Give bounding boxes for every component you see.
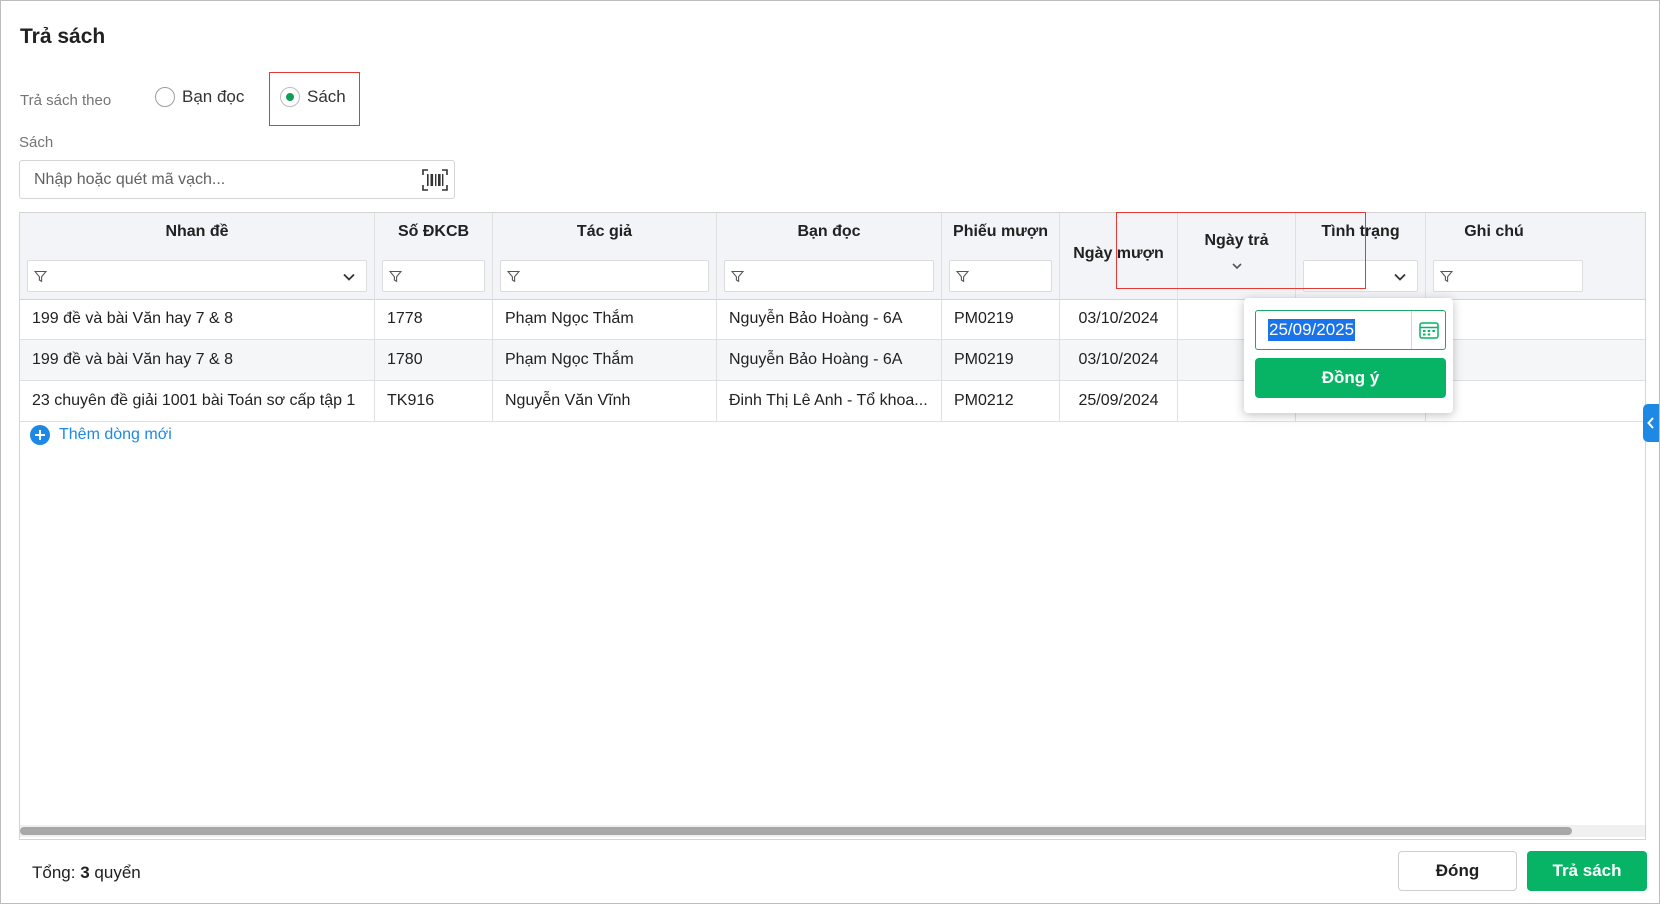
chevron-down-icon (1394, 273, 1406, 281)
cell-borrow-date[interactable]: 03/10/2024 (1060, 340, 1178, 380)
add-row-label: Thêm dòng mới (59, 426, 172, 443)
book-search-input[interactable] (32, 167, 416, 193)
dialog-title: Trả sách (20, 25, 106, 48)
cell-author[interactable]: Nguyễn Văn Vĩnh (493, 381, 717, 421)
divider (1411, 311, 1412, 349)
cell-reader[interactable]: Đinh Thị Lê Anh - Tổ khoa... (717, 381, 942, 421)
return-books-button[interactable]: Trả sách (1527, 851, 1647, 891)
column-return-date: Ngày trả (1178, 213, 1296, 299)
filter-condition-select[interactable] (1303, 260, 1418, 292)
return-date-input[interactable]: 25/09/2025 (1255, 310, 1446, 350)
column-borrow-date: Ngày mượn (1060, 213, 1178, 299)
grid-header: Nhan đề Số ĐKCB Tác giả Bạn đọc Phiếu mư… (20, 213, 1645, 300)
cell-registration-no[interactable]: 1778 (375, 299, 493, 339)
filter-icon (1440, 270, 1453, 283)
chevron-down-icon[interactable] (1231, 260, 1243, 272)
column-condition: Tình trạng (1296, 213, 1426, 299)
chevron-left-icon (1647, 417, 1654, 429)
radio-by-reader[interactable]: Bạn đọc (155, 87, 244, 107)
filter-loan-slip[interactable] (949, 260, 1052, 292)
column-title: Nhan đề (20, 213, 375, 299)
add-row-button[interactable]: Thêm dòng mới (30, 425, 172, 445)
filter-icon (389, 270, 402, 283)
column-header-condition[interactable]: Tình trạng (1296, 223, 1425, 241)
column-header-registration-no[interactable]: Số ĐKCB (375, 223, 492, 241)
return-book-dialog: Trả sách Trả sách theo Bạn đọc Sách Sách… (0, 0, 1660, 904)
column-author: Tác giả (493, 213, 717, 299)
cell-borrow-date[interactable]: 25/09/2024 (1060, 381, 1178, 421)
cell-registration-no[interactable]: TK916 (375, 381, 493, 421)
confirm-date-button[interactable]: Đồng ý (1255, 358, 1446, 398)
cell-registration-no[interactable]: 1780 (375, 340, 493, 380)
column-notes: Ghi chú (1426, 213, 1645, 299)
total-prefix: Tổng: (32, 863, 76, 882)
column-header-reader[interactable]: Bạn đọc (717, 223, 941, 241)
column-header-return-date[interactable]: Ngày trả (1178, 232, 1295, 250)
column-header-loan-slip[interactable]: Phiếu mượn (942, 223, 1059, 241)
column-registration-no: Số ĐKCB (375, 213, 493, 299)
book-field-label: Sách (19, 134, 54, 151)
calendar-icon[interactable] (1419, 321, 1439, 339)
column-header-notes[interactable]: Ghi chú (1426, 223, 1562, 241)
column-header-author[interactable]: Tác giả (493, 223, 716, 241)
radio-by-reader-label: Bạn đọc (182, 87, 245, 106)
highlight-box-radio (269, 72, 360, 126)
return-date-popup: 25/09/2025 Đồng ý (1244, 298, 1453, 413)
cell-reader[interactable]: Nguyễn Bảo Hoàng - 6A (717, 299, 942, 339)
book-search-box (19, 160, 455, 199)
filter-registration-no[interactable] (382, 260, 485, 292)
filter-reader[interactable] (724, 260, 934, 292)
cell-author[interactable]: Phạm Ngọc Thắm (493, 340, 717, 380)
plus-circle-icon (30, 425, 50, 445)
cell-loan-slip[interactable]: PM0212 (942, 381, 1060, 421)
total-summary: Tổng: 3 quyển (32, 863, 141, 883)
column-header-borrow-date[interactable]: Ngày mượn (1060, 245, 1177, 263)
side-panel-toggle[interactable] (1643, 404, 1659, 442)
horizontal-scrollbar-thumb[interactable] (20, 827, 1572, 835)
chevron-down-icon (343, 273, 355, 281)
cell-author[interactable]: Phạm Ngọc Thắm (493, 299, 717, 339)
total-count: 3 (80, 863, 90, 882)
cell-notes[interactable] (1426, 381, 1645, 421)
filter-notes[interactable] (1433, 260, 1583, 292)
horizontal-scrollbar[interactable] (20, 825, 1645, 837)
filter-icon (507, 270, 520, 283)
column-reader: Bạn đọc (717, 213, 942, 299)
filter-icon (956, 270, 969, 283)
column-header-title[interactable]: Nhan đề (20, 223, 374, 241)
return-date-value[interactable]: 25/09/2025 (1268, 319, 1356, 341)
filter-icon (731, 270, 744, 283)
filter-title-select[interactable] (27, 260, 367, 292)
close-button[interactable]: Đóng (1398, 851, 1517, 891)
cell-loan-slip[interactable]: PM0219 (942, 299, 1060, 339)
total-unit: quyển (94, 863, 141, 882)
column-loan-slip: Phiếu mượn (942, 213, 1060, 299)
filter-author[interactable] (500, 260, 709, 292)
cell-title[interactable]: 23 chuyên đề giải 1001 bài Toán sơ cấp t… (20, 381, 375, 421)
cell-reader[interactable]: Nguyễn Bảo Hoàng - 6A (717, 340, 942, 380)
filter-icon (34, 270, 47, 283)
radio-circle-unchecked[interactable] (155, 87, 175, 107)
cell-notes[interactable] (1426, 299, 1645, 339)
cell-loan-slip[interactable]: PM0219 (942, 340, 1060, 380)
barcode-scan-icon[interactable] (422, 169, 448, 191)
cell-title[interactable]: 199 đề và bài Văn hay 7 & 8 (20, 299, 375, 339)
return-mode-label: Trả sách theo (20, 92, 112, 109)
cell-borrow-date[interactable]: 03/10/2024 (1060, 299, 1178, 339)
cell-title[interactable]: 199 đề và bài Văn hay 7 & 8 (20, 340, 375, 380)
cell-notes[interactable] (1426, 340, 1645, 380)
